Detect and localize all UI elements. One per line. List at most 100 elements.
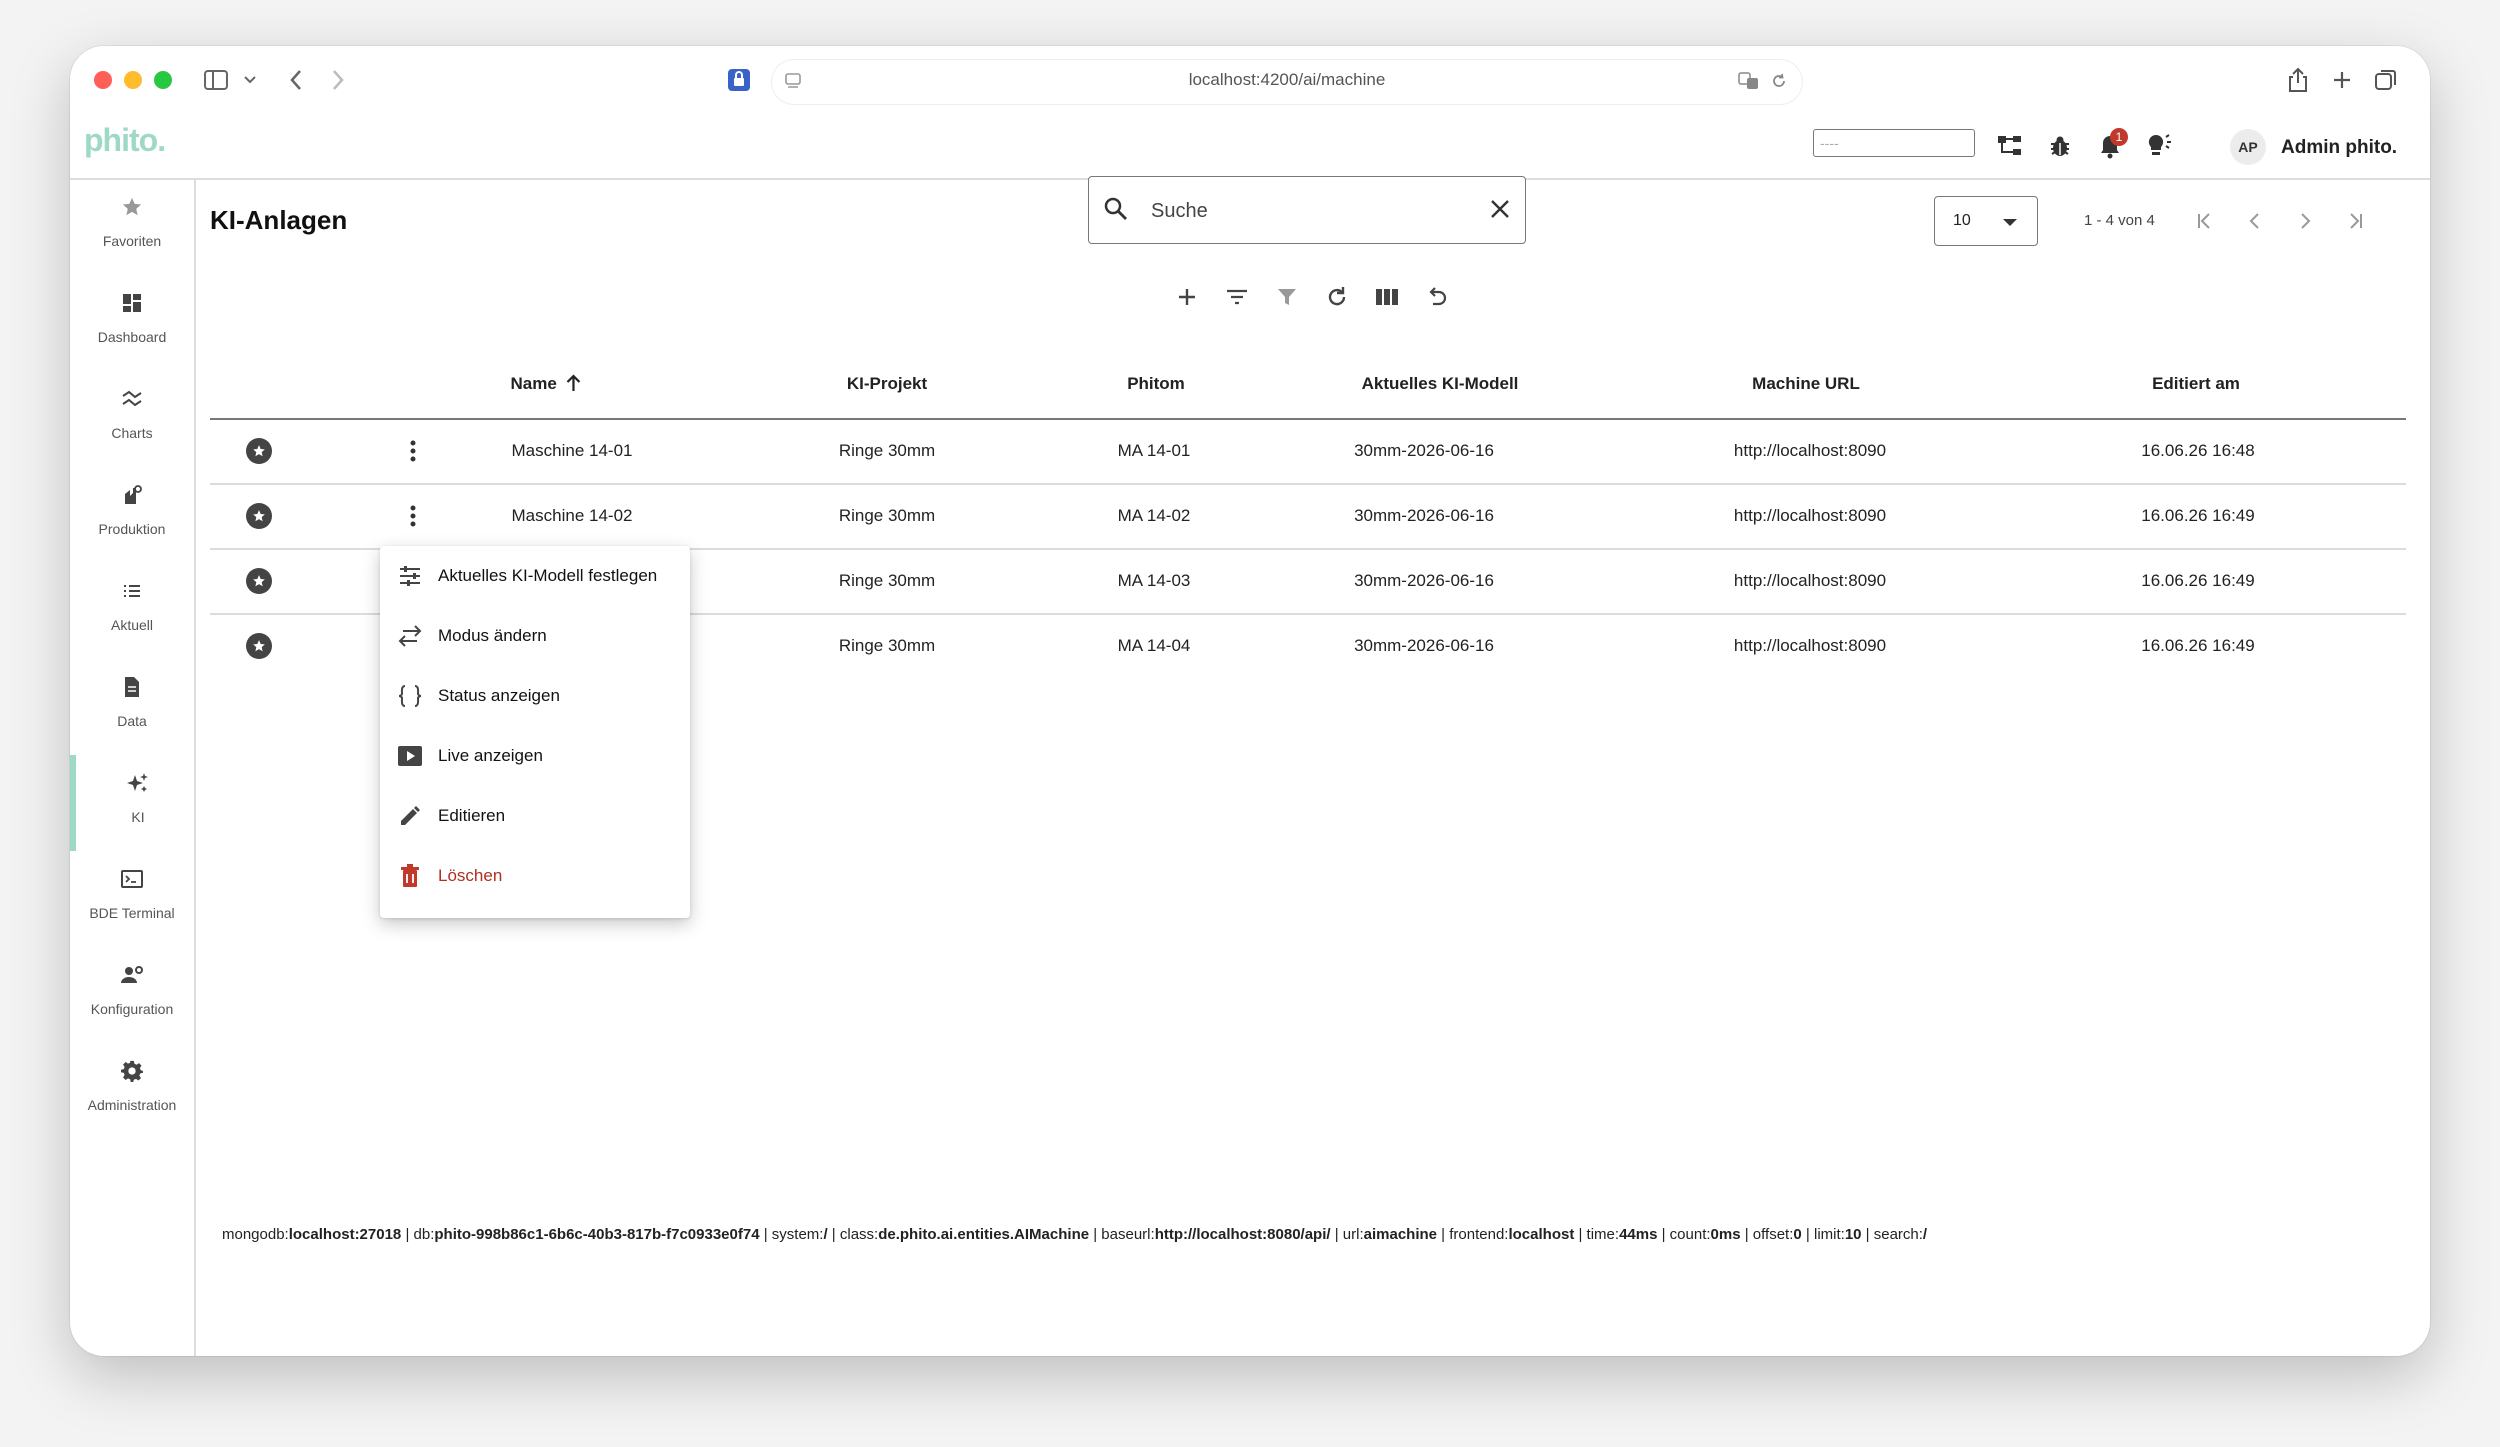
- forward-icon[interactable]: [322, 62, 354, 98]
- cell-editiert-am: 16.06.26 16:49: [2141, 506, 2255, 525]
- cell-phitom: MA 14-04: [1117, 636, 1191, 655]
- add-icon[interactable]: [1168, 278, 1206, 316]
- first-page-icon[interactable]: [2188, 204, 2222, 238]
- cell-name: Maschine 14-02: [511, 506, 633, 525]
- maximize-window-button[interactable]: [154, 71, 172, 89]
- sidebar-item-favoriten[interactable]: Favoriten: [70, 179, 194, 275]
- play-box-icon: [396, 742, 424, 770]
- trash-icon: [396, 862, 424, 890]
- table-row[interactable]: Maschine 14-01 Ringe 30mm MA 14-01 30mm-…: [210, 418, 2406, 484]
- bug-icon[interactable]: [2040, 126, 2080, 166]
- cell-ki-projekt: Ringe 30mm: [838, 441, 936, 460]
- notification-badge: 1: [2110, 128, 2128, 146]
- last-page-icon[interactable]: [2338, 204, 2372, 238]
- cell-ki-projekt: Ringe 30mm: [838, 636, 936, 655]
- favorite-star-icon[interactable]: [246, 503, 272, 529]
- favorite-star-icon[interactable]: [246, 633, 272, 659]
- lightbulb-icon[interactable]: [2140, 126, 2180, 166]
- more-options-icon[interactable]: [400, 438, 426, 464]
- hierarchy-icon[interactable]: [1990, 126, 2030, 166]
- cell-ki-modell: 30mm-2026-06-16: [1354, 571, 1494, 590]
- menu-item-edit[interactable]: Editieren: [380, 786, 690, 846]
- sidebar-toggle-icon[interactable]: [198, 62, 234, 98]
- more-options-icon[interactable]: [400, 503, 426, 529]
- chevron-down-icon[interactable]: [238, 62, 262, 98]
- header-quick-input[interactable]: ----: [1813, 129, 1975, 157]
- menu-item-label: Editieren: [438, 806, 506, 825]
- charts-icon: [70, 379, 194, 419]
- translate-icon[interactable]: [1738, 72, 1760, 95]
- undo-icon[interactable]: [1418, 278, 1456, 316]
- clear-search-icon[interactable]: [1489, 198, 1511, 225]
- back-icon[interactable]: [280, 62, 312, 98]
- debug-info-line: mongodb:localhost:27018 | db:phito-998b8…: [222, 1226, 1928, 1243]
- cell-phitom: MA 14-02: [1117, 506, 1191, 525]
- sidebar-item-dashboard[interactable]: Dashboard: [70, 275, 194, 371]
- columns-icon[interactable]: [1368, 278, 1406, 316]
- menu-item-change-mode[interactable]: Modus ändern: [380, 606, 690, 666]
- menu-item-delete[interactable]: Löschen: [380, 846, 690, 906]
- cell-name: Maschine 14-01: [511, 441, 633, 460]
- dashboard-icon: [70, 283, 194, 323]
- sidebar-item-bde-terminal[interactable]: BDE Terminal: [70, 851, 194, 947]
- column-header-editiert-am[interactable]: Editiert am: [2152, 374, 2240, 394]
- sidebar-item-data[interactable]: Data: [70, 659, 194, 755]
- sidebar-item-label: KI: [131, 809, 145, 825]
- sidebar-item-produktion[interactable]: Produktion: [70, 467, 194, 563]
- sidebar-item-charts[interactable]: Charts: [70, 371, 194, 467]
- user-name[interactable]: Admin phito.: [2281, 137, 2397, 159]
- new-tab-icon[interactable]: [2324, 62, 2360, 98]
- dropdown-caret-icon: [2003, 219, 2017, 226]
- swap-arrows-icon: [396, 622, 424, 650]
- sort-filter-icon[interactable]: [1218, 278, 1256, 316]
- column-header-name[interactable]: Name: [510, 374, 581, 394]
- reload-icon[interactable]: [1770, 72, 1788, 95]
- sidebar-nav: Favoriten Dashboard Charts Produktion Ak…: [70, 179, 196, 1356]
- cell-machine-url: http://localhost:8090: [1733, 506, 1887, 525]
- cell-machine-url: http://localhost:8090: [1733, 571, 1887, 590]
- cell-ki-projekt: Ringe 30mm: [838, 506, 936, 525]
- tab-overview-icon[interactable]: [2368, 62, 2404, 98]
- sidebar-item-label: Dashboard: [97, 329, 167, 345]
- sidebar-item-label: Aktuell: [110, 617, 154, 633]
- password-manager-icon[interactable]: [724, 62, 754, 98]
- cell-editiert-am: 16.06.26 16:49: [2141, 571, 2255, 590]
- minimize-window-button[interactable]: [124, 71, 142, 89]
- close-window-button[interactable]: [94, 71, 112, 89]
- address-bar[interactable]: localhost:4200/ai/machine: [772, 60, 1802, 104]
- menu-item-set-current-model[interactable]: Aktuelles KI-Modell festlegen: [380, 546, 690, 606]
- next-page-icon[interactable]: [2288, 204, 2322, 238]
- favorite-star-icon[interactable]: [246, 568, 272, 594]
- share-icon[interactable]: [2280, 62, 2316, 98]
- menu-item-show-status[interactable]: Status anzeigen: [380, 666, 690, 726]
- star-icon: [70, 187, 194, 227]
- pagination-range: 1 - 4 von 4: [2084, 212, 2155, 229]
- previous-page-icon[interactable]: [2238, 204, 2272, 238]
- column-header-phitom[interactable]: Phitom: [1127, 374, 1185, 394]
- avatar[interactable]: AP: [2230, 129, 2266, 165]
- browser-window: localhost:4200/ai/machine phito. ---- 1 …: [70, 46, 2430, 1356]
- column-header-ki-projekt[interactable]: KI-Projekt: [847, 374, 927, 394]
- filter-icon[interactable]: [1268, 278, 1306, 316]
- terminal-icon: [70, 859, 194, 899]
- search-icon: [1103, 196, 1129, 227]
- favorite-star-icon[interactable]: [246, 438, 272, 464]
- ai-sparkle-icon: [76, 763, 200, 803]
- column-header-machine-url[interactable]: Machine URL: [1752, 374, 1860, 394]
- phito-logo[interactable]: phito.: [84, 122, 166, 159]
- sidebar-item-administration[interactable]: Administration: [70, 1043, 194, 1139]
- sidebar-item-konfiguration[interactable]: Konfiguration: [70, 947, 194, 1043]
- menu-item-label: Löschen: [438, 866, 503, 885]
- page-size-select[interactable]: 10: [1934, 196, 2038, 246]
- search-input[interactable]: [1149, 195, 1453, 227]
- menu-item-show-live[interactable]: Live anzeigen: [380, 726, 690, 786]
- search-field[interactable]: [1088, 176, 1526, 244]
- notifications-bell-icon[interactable]: 1: [2090, 126, 2130, 166]
- sidebar-item-aktuell[interactable]: Aktuell: [70, 563, 194, 659]
- column-header-aktuelles-ki-modell[interactable]: Aktuelles KI-Modell: [1362, 374, 1519, 394]
- table-row[interactable]: Maschine 14-02 Ringe 30mm MA 14-02 30mm-…: [210, 483, 2406, 549]
- menu-item-label: Aktuelles KI-Modell festlegen: [438, 566, 658, 585]
- refresh-icon[interactable]: [1318, 278, 1356, 316]
- sidebar-item-label: Data: [117, 713, 147, 729]
- sidebar-item-ki[interactable]: KI: [70, 755, 200, 851]
